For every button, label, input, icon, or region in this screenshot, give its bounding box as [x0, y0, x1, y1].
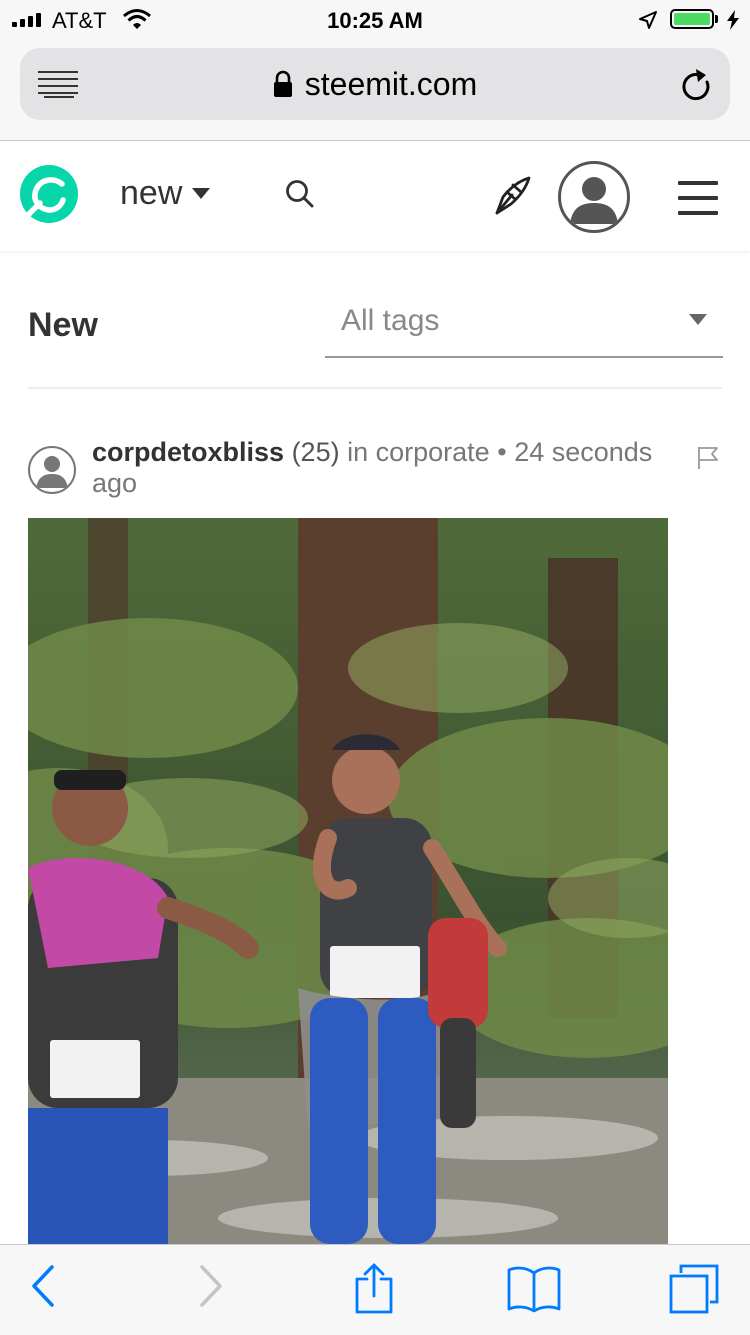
- browser-top-bar: steemit.com: [0, 40, 750, 141]
- status-bar: AT&T 10:25 AM: [0, 0, 750, 40]
- tags-filter-value: All tags: [341, 304, 440, 337]
- bookmarks-icon[interactable]: [506, 1263, 562, 1313]
- avatar-silhouette: [570, 177, 618, 224]
- tabs-icon[interactable]: [668, 1263, 720, 1315]
- steemit-logo-icon[interactable]: [18, 163, 80, 225]
- url-text[interactable]: steemit.com: [305, 66, 477, 103]
- caret-down-icon: [192, 188, 211, 199]
- back-icon[interactable]: [30, 1263, 56, 1309]
- post-thumbnail[interactable]: [28, 518, 668, 1244]
- share-icon[interactable]: [352, 1263, 396, 1315]
- author-reputation: (25): [291, 437, 340, 467]
- address-bar[interactable]: steemit.com: [20, 48, 730, 120]
- in-label: in: [347, 437, 369, 467]
- flag-icon[interactable]: [697, 446, 719, 470]
- tags-filter-dropdown[interactable]: All tags: [325, 290, 723, 358]
- sort-dropdown[interactable]: new: [120, 174, 211, 213]
- search-icon[interactable]: [285, 179, 315, 209]
- user-avatar-icon[interactable]: [558, 161, 630, 233]
- compose-icon[interactable]: [493, 175, 533, 217]
- lock-icon: [273, 70, 292, 97]
- charging-bolt-icon: [727, 10, 739, 30]
- battery-cap: [715, 15, 718, 23]
- post-author-link[interactable]: corpdetoxbliss: [92, 437, 284, 467]
- location-arrow-icon: [639, 11, 657, 29]
- post-author-avatar[interactable]: [28, 446, 76, 494]
- page-title: New: [28, 306, 98, 344]
- sort-label: new: [120, 174, 183, 212]
- reload-icon[interactable]: [680, 68, 714, 104]
- browser-toolbar: [0, 1244, 750, 1335]
- battery-level: [674, 13, 710, 25]
- battery-icon: [670, 9, 714, 29]
- site-header: new: [0, 141, 750, 251]
- menu-icon[interactable]: [678, 181, 718, 226]
- divider: [28, 387, 722, 389]
- avatar-silhouette: [36, 456, 68, 488]
- post-category-link[interactable]: corporate: [376, 437, 490, 467]
- forward-icon[interactable]: [198, 1263, 224, 1309]
- post-meta: corpdetoxbliss (25) in corporate • 24 se…: [92, 437, 682, 499]
- caret-down-icon: [689, 314, 707, 325]
- meta-separator: •: [497, 437, 507, 467]
